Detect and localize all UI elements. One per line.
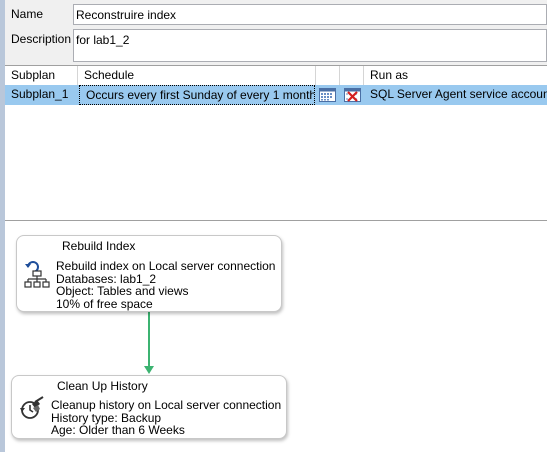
column-header-schedule-remove	[340, 66, 364, 85]
precedence-connector[interactable]	[142, 310, 156, 376]
rebuild-index-icon	[24, 261, 50, 288]
task-title: Rebuild Index	[62, 239, 136, 253]
run-as-cell[interactable]: SQL Server Agent service account	[364, 85, 547, 105]
calendar-icon[interactable]	[319, 87, 336, 103]
task-detail-line: Rebuild index on Local server connection	[56, 259, 276, 273]
name-label: Name	[11, 7, 44, 21]
grid-header: Subplan Schedule Run as	[5, 66, 547, 86]
subplan-grid: Subplan Schedule Run as Subplan_1 Occurs…	[5, 65, 547, 221]
column-header-subplan[interactable]: Subplan	[5, 66, 78, 85]
task-detail-line: Object: Tables and views	[56, 284, 189, 298]
design-surface[interactable]: Rebuild Index Rebuild index on Local ser…	[5, 221, 547, 452]
cleanup-history-icon	[20, 396, 44, 419]
maintenance-plan-designer: Name Reconstruire index Description for …	[0, 0, 547, 452]
schedule-cell[interactable]: Occurs every first Sunday of every 1 mon…	[79, 85, 315, 105]
table-row[interactable]: Subplan_1 Occurs every first Sunday of e…	[5, 85, 547, 105]
task-detail-line: Age: Older than 6 Weeks	[51, 423, 185, 437]
task-details: Rebuild index on Local server connection…	[56, 260, 275, 310]
name-field[interactable]: Reconstruire index	[73, 4, 547, 25]
task-details: Cleanup history on Local server connecti…	[51, 399, 281, 437]
subplan-cell[interactable]: Subplan_1	[5, 85, 78, 105]
task-detail-line: Cleanup history on Local server connecti…	[51, 398, 282, 412]
description-label: Description	[11, 32, 72, 46]
column-header-run-as[interactable]: Run as	[364, 66, 547, 85]
remove-schedule-icon[interactable]	[344, 87, 361, 103]
task-title: Clean Up History	[57, 379, 148, 393]
column-header-schedule[interactable]: Schedule	[78, 66, 316, 85]
task-rebuild-index[interactable]: Rebuild Index Rebuild index on Local ser…	[16, 235, 282, 312]
task-detail-line: 10% of free space	[56, 296, 153, 311]
column-header-schedule-edit	[316, 66, 340, 85]
task-clean-up-history[interactable]: Clean Up History Cleanup history on Loca…	[11, 375, 287, 439]
description-field[interactable]: for lab1_2	[73, 29, 547, 62]
